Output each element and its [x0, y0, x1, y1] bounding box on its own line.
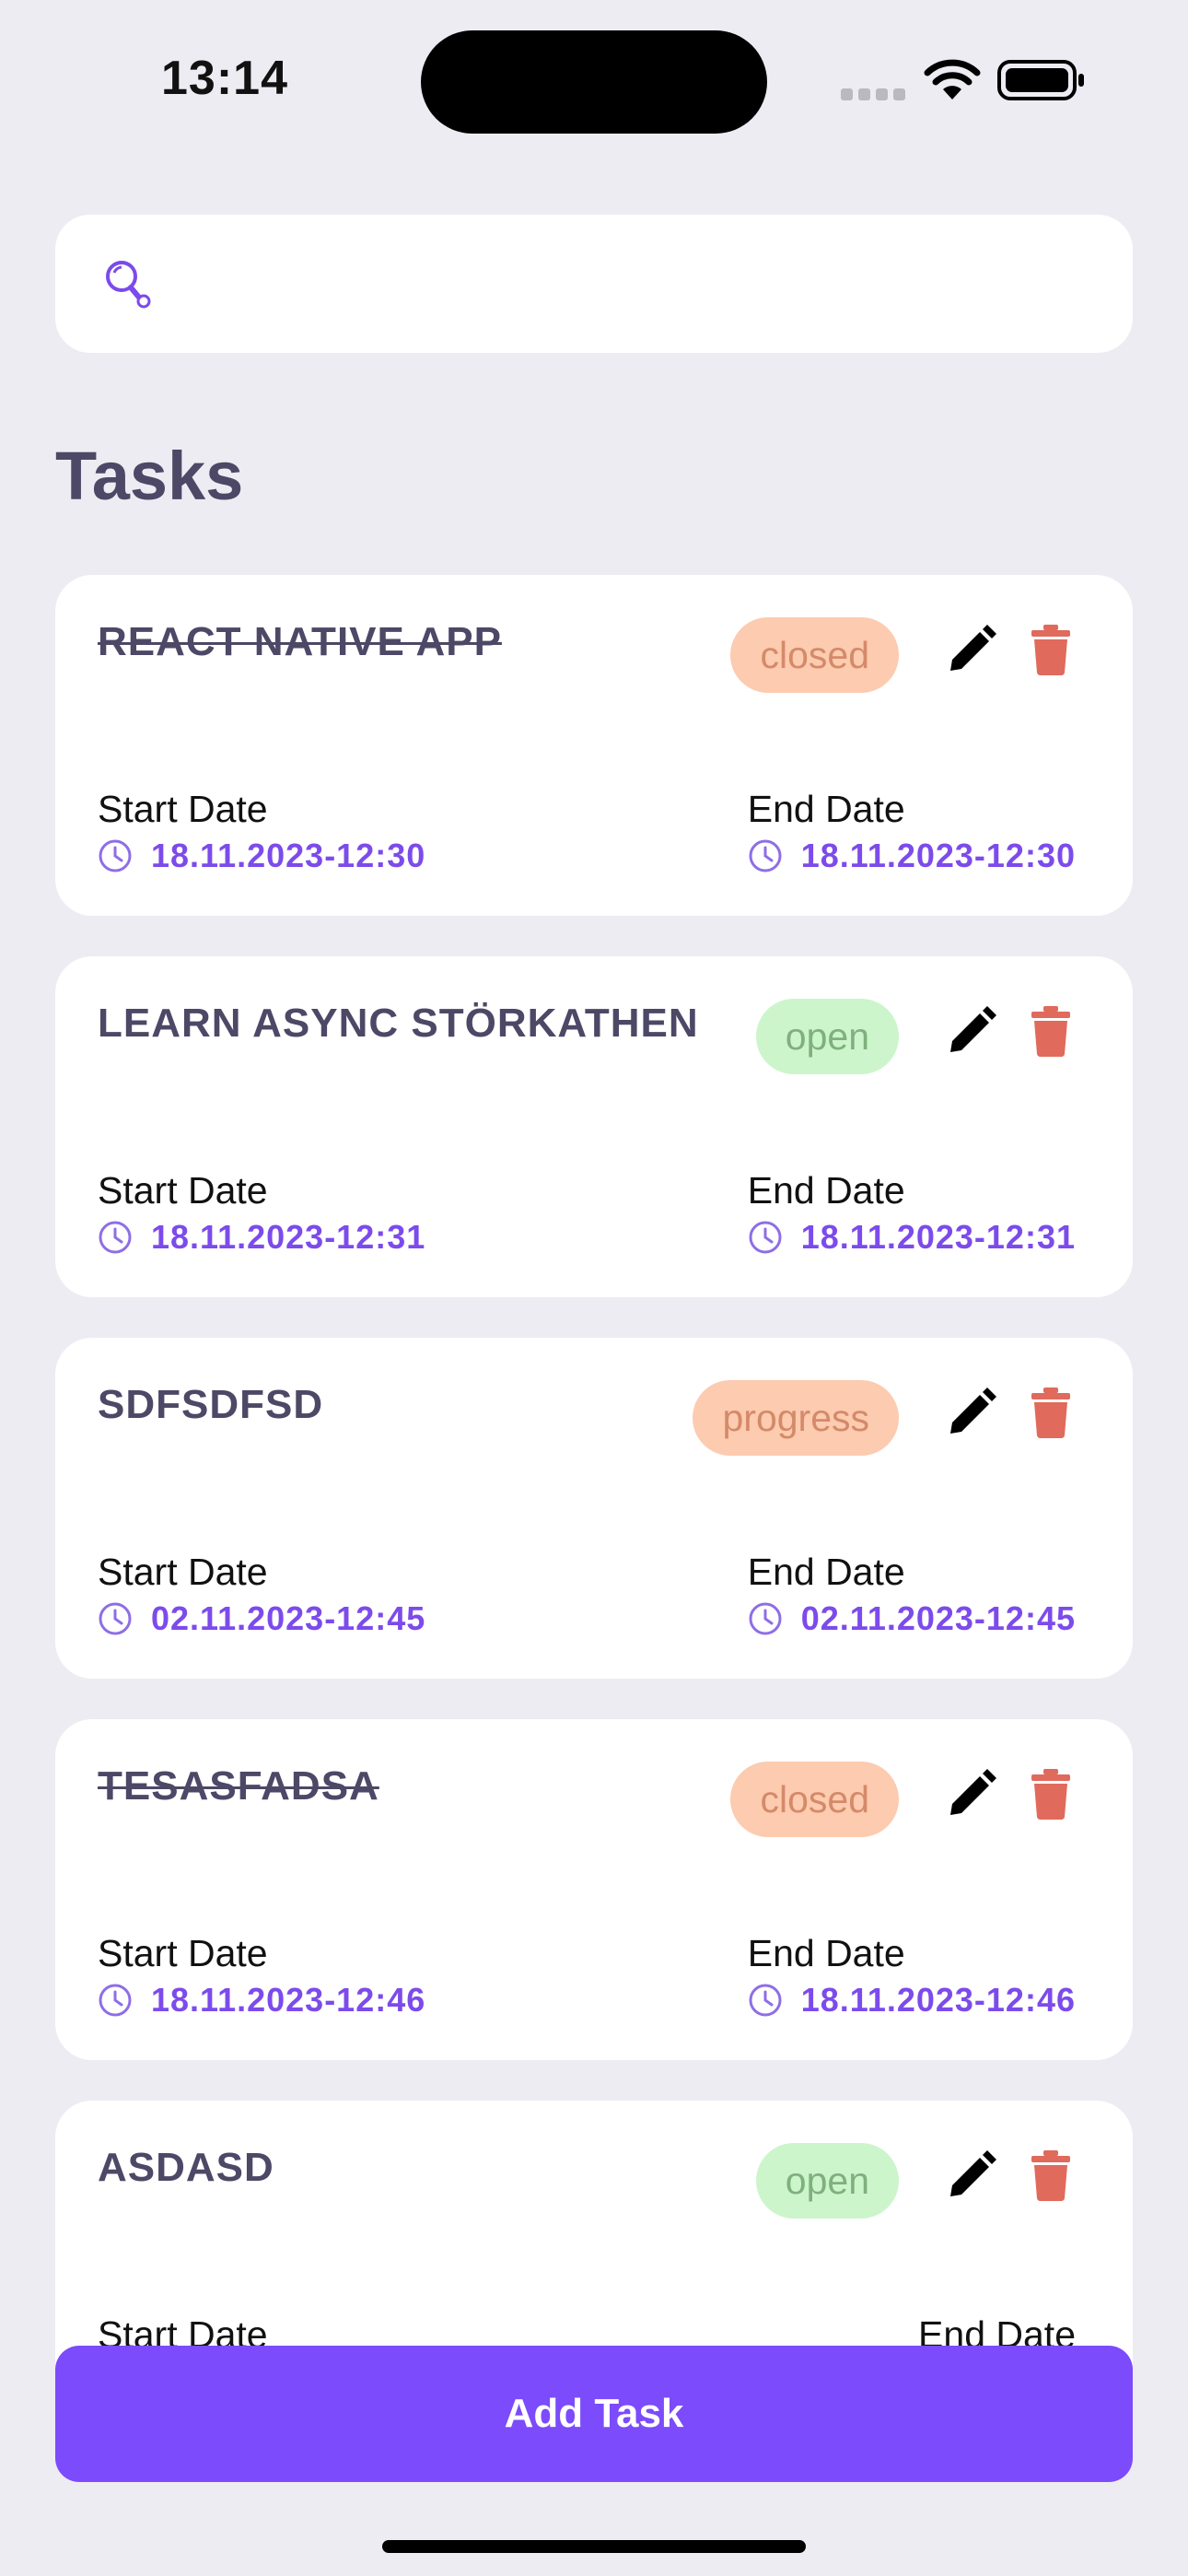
- home-indicator[interactable]: [382, 2540, 806, 2553]
- search-bar[interactable]: [55, 215, 1133, 353]
- status-badge: open: [755, 2143, 899, 2219]
- start-date-label: Start Date: [98, 788, 268, 830]
- end-date-value: 18.11.2023-12:46: [800, 1981, 1076, 2019]
- task-list: REACT NATIVE APP closed Start Date 18.11.20…: [55, 575, 1133, 2482]
- end-date-block: End Date 18.11.2023-12:31: [748, 1168, 1076, 1257]
- start-date-value: 18.11.2023-12:46: [151, 1981, 426, 2019]
- start-date-label: Start Date: [98, 1169, 268, 1212]
- clock-icon: [749, 1602, 782, 1635]
- add-task-button[interactable]: Add Task: [55, 2346, 1133, 2482]
- end-date-block: End Date 18.11.2023-12:46: [748, 1931, 1076, 2020]
- start-date-value: 18.11.2023-12:30: [151, 837, 426, 874]
- battery-icon: [997, 60, 1084, 100]
- cellular-signal-icon: [841, 88, 905, 101]
- end-date-label: End Date: [747, 1932, 905, 1974]
- status-time: 13:14: [161, 52, 288, 105]
- task-card[interactable]: TESASFADSA closed Start Date 18.11.2023-12:…: [55, 1719, 1133, 2060]
- task-card[interactable]: LEARN ASYNC STÖRKATHEN open Start Date 18.1…: [55, 956, 1133, 1297]
- start-date-block: Start Date 18.11.2023-12:31: [98, 1168, 425, 1257]
- end-date-block: End Date 02.11.2023-12:45: [748, 1550, 1076, 1638]
- end-date-block: End Date 18.11.2023-12:30: [748, 787, 1076, 875]
- clock-icon: [749, 1984, 782, 2017]
- clock-icon: [749, 1221, 782, 1254]
- task-title: SDFSDFSD: [98, 1382, 324, 1427]
- end-date-label: End Date: [747, 788, 905, 830]
- status-badge: closed: [730, 1762, 899, 1837]
- start-date-block: Start Date 18.11.2023-12:46: [98, 1931, 425, 2020]
- task-title: ASDASD: [98, 2145, 274, 2190]
- clock-icon: [749, 839, 782, 872]
- section-title: Tasks: [55, 438, 244, 514]
- pencil-icon[interactable]: [943, 1386, 998, 1441]
- status-badge: open: [755, 999, 899, 1074]
- trash-icon[interactable]: [1028, 1004, 1074, 1058]
- end-date-value: 18.11.2023-12:31: [800, 1218, 1076, 1256]
- clock-icon: [99, 1602, 132, 1635]
- task-title: LEARN ASYNC STÖRKATHEN: [98, 1001, 699, 1046]
- trash-icon[interactable]: [1028, 1767, 1074, 1821]
- task-card[interactable]: REACT NATIVE APP closed Start Date 18.11.20…: [55, 575, 1133, 916]
- task-title: TESASFADSA: [98, 1763, 379, 1809]
- start-date-value: 02.11.2023-12:45: [151, 1599, 426, 1637]
- pencil-icon[interactable]: [943, 1767, 998, 1822]
- start-date-label: Start Date: [98, 1932, 268, 1974]
- wifi-icon: [924, 59, 981, 100]
- status-badge: progress: [693, 1380, 899, 1456]
- clock-icon: [99, 839, 132, 872]
- end-date-label: End Date: [747, 1551, 905, 1593]
- pencil-icon[interactable]: [943, 623, 998, 678]
- start-date-value: 18.11.2023-12:31: [151, 1218, 426, 1256]
- task-title: REACT NATIVE APP: [98, 619, 502, 664]
- dynamic-island: [421, 30, 767, 134]
- start-date-block: Start Date 18.11.2023-12:30: [98, 787, 425, 875]
- clock-icon: [99, 1984, 132, 2017]
- pencil-icon[interactable]: [943, 2149, 998, 2204]
- end-date-value: 02.11.2023-12:45: [800, 1599, 1076, 1637]
- status-badge: closed: [730, 617, 899, 693]
- trash-icon[interactable]: [1028, 623, 1074, 676]
- end-date-value: 18.11.2023-12:30: [800, 837, 1076, 874]
- start-date-label: Start Date: [98, 1551, 268, 1593]
- trash-icon[interactable]: [1028, 2149, 1074, 2202]
- end-date-label: End Date: [747, 1169, 905, 1212]
- magnifier-icon: [106, 261, 151, 309]
- pencil-icon[interactable]: [943, 1004, 998, 1060]
- clock-icon: [99, 1221, 132, 1254]
- task-card[interactable]: SDFSDFSD progress Start Date 02.11.2023-12:…: [55, 1338, 1133, 1679]
- start-date-block: Start Date 02.11.2023-12:45: [98, 1550, 425, 1638]
- trash-icon[interactable]: [1028, 1386, 1074, 1439]
